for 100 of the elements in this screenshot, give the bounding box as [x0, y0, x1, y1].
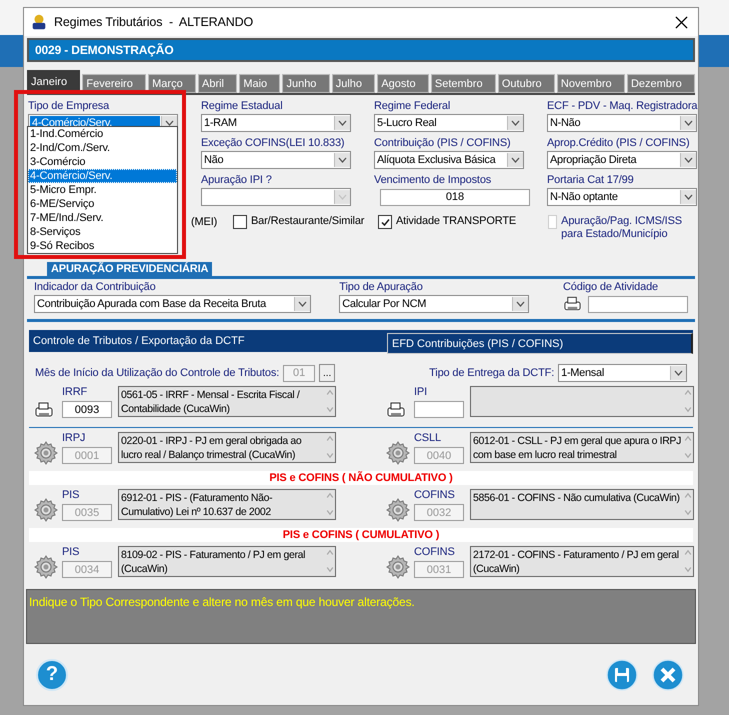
chevron-icon	[674, 370, 683, 376]
month-tab[interactable]: Outubro	[498, 74, 555, 93]
dropdown-button[interactable]	[680, 153, 696, 167]
field-label: Tipo de Empresa	[28, 100, 110, 113]
description-box: 5856-01 - COFINS - Não cumulativa (CucaWin)	[470, 489, 694, 520]
select-field[interactable]: Alíquota Exclusiva Básica	[374, 151, 524, 169]
select-field[interactable]: 5-Lucro Real	[374, 114, 524, 132]
browse-button[interactable]: ...	[319, 364, 336, 382]
select-field[interactable]: Contribuição Apurada com Base da Receita Bruta	[34, 295, 312, 313]
select-field[interactable]: N-Não optante	[547, 188, 697, 206]
description-box: 6012-01 - CSLL - PJ em geral que apura o IRPJ com base em lucro real trimestral	[470, 432, 694, 463]
month-tab[interactable]: Abril	[198, 74, 238, 93]
dropdown-option[interactable]: 7-ME/Ind./Serv.	[28, 211, 177, 225]
dropdown-option[interactable]: 6-ME/Serviço	[28, 197, 177, 211]
checkbox[interactable]	[233, 215, 247, 229]
select-field[interactable]: N-Não	[547, 114, 697, 132]
field-label: Apuração IPI ?	[201, 174, 273, 187]
section-heading: PIS e COFINS ( CUMULATIVO )	[29, 528, 693, 542]
company-bar: 0029 - DEMONSTRAÇÃO	[27, 38, 695, 62]
description-box: 8109-02 - PIS - Faturamento / PJ em geral (CucaWin)	[118, 546, 336, 577]
printer-icon[interactable]	[34, 401, 54, 419]
input-field[interactable]	[588, 296, 688, 312]
chevron-icon	[511, 120, 520, 126]
dropdown-option[interactable]: 8-Serviços	[28, 225, 177, 239]
code-field[interactable]: 0093	[62, 401, 112, 418]
description-box: 0561-05 - IRRF - Mensal - Escrita Fiscal / Contabilidade (CucaWin)	[118, 386, 336, 417]
dropdown-button[interactable]	[507, 116, 523, 130]
gear-icon[interactable]	[34, 555, 58, 579]
tax-label: IRRF	[62, 386, 88, 400]
checkbox-label: (MEI)	[191, 216, 218, 228]
checkbox[interactable]	[378, 215, 392, 229]
chevron-icon	[516, 301, 525, 307]
field-label: Tipo de Entrega da DCTF:	[429, 366, 554, 380]
dropdown-button[interactable]	[512, 297, 528, 311]
dropdown-button[interactable]	[507, 153, 523, 167]
gear-icon[interactable]	[34, 441, 58, 465]
field-label: Indicador da Contribuição	[34, 281, 157, 294]
field-label: Regime Estadual	[201, 100, 284, 113]
save-icon[interactable]	[606, 658, 638, 690]
select-field[interactable]: Não	[201, 151, 351, 169]
description-box: 0220-01 - IRPJ - PJ em geral obrigada ao lucro real / Balanço trimestral (CucaWin)	[118, 432, 336, 463]
dropdown-option[interactable]: 3-Comércio	[28, 155, 177, 169]
tax-label: PIS	[62, 546, 80, 560]
dropdown-button[interactable]	[680, 190, 696, 204]
chevron-icon	[684, 194, 693, 200]
month-tab[interactable]: Dezembro	[626, 74, 696, 93]
month-tab[interactable]: Setembro	[430, 74, 496, 93]
section-tab[interactable]: EFD Contribuições (PIS / COFINS)	[387, 333, 693, 354]
month-tab[interactable]: Julho	[332, 74, 376, 93]
window-title: Regimes Tributários - ALTERANDO	[54, 15, 254, 29]
field-label: Exceção COFINS(LEI 10.833)	[201, 137, 346, 150]
select-field[interactable]: 1-Mensal	[558, 364, 687, 382]
dropdown-option[interactable]: 4-Comércio/Serv.	[28, 169, 177, 183]
gear-icon[interactable]	[386, 498, 410, 522]
field-label: Portaria Cat 17/99	[547, 174, 635, 187]
checkbox-label: Bar/Restaurante/Similar	[251, 215, 364, 227]
app-icon	[30, 13, 48, 31]
month-tab[interactable]: Junho	[282, 74, 330, 93]
close-icon[interactable]	[675, 16, 688, 28]
dropdown-option[interactable]: 9-Só Recibos	[28, 239, 177, 253]
hint-text: Indique o Tipo Correspondente e altere no mês em que houver alterações.	[28, 594, 416, 611]
field-label: Tipo de Apuração	[339, 281, 424, 294]
dropdown-option[interactable]: 5-Micro Empr.	[28, 183, 177, 197]
gear-icon[interactable]	[386, 441, 410, 465]
checkmark-icon	[380, 216, 390, 228]
select-field[interactable]: 1-RAM	[201, 114, 351, 132]
code-field[interactable]	[414, 401, 464, 418]
chevron-icon	[165, 120, 174, 126]
dropdown-button[interactable]	[670, 366, 686, 380]
gear-icon[interactable]	[34, 498, 58, 522]
select-field[interactable]: Apropriação Direta	[547, 151, 697, 169]
dropdown-option[interactable]: 2-Ind/Com./Serv.	[28, 141, 177, 155]
dropdown-button[interactable]	[334, 153, 350, 167]
help-button[interactable]: ?	[36, 658, 68, 690]
field-label: Vencimento de Impostos	[374, 174, 492, 187]
month-tab[interactable]: Maio	[239, 74, 280, 93]
tax-label: IRPJ	[62, 432, 86, 446]
month-tab[interactable]: Agosto	[377, 74, 429, 93]
chevron-icon	[684, 157, 693, 163]
tax-label: PIS	[62, 489, 80, 503]
input-field[interactable]: 018	[380, 188, 530, 206]
chevron-icon	[684, 120, 693, 126]
chevron-icon	[338, 157, 347, 163]
checkbox-label: Apuração/Pag. ICMS/ISS para Estado/Município	[561, 215, 683, 241]
section-title: APURAÇÃO PREVIDENCIÁRIA	[47, 262, 212, 277]
field-label: Mês de Início da Utilização do Controle de Tributos:	[35, 366, 280, 380]
dropdown-button[interactable]	[334, 116, 350, 130]
tax-label: COFINS	[414, 546, 456, 560]
printer-icon[interactable]	[386, 401, 406, 419]
gear-icon[interactable]	[386, 555, 410, 579]
dropdown-button[interactable]	[294, 297, 310, 311]
dropdown-button[interactable]	[680, 116, 696, 130]
description-box: 2172-01 - COFINS - Faturamento / PJ em geral (CucaWin)	[470, 546, 694, 577]
printer-icon[interactable]	[563, 295, 582, 313]
field-label: Contribuição (PIS / COFINS)	[374, 137, 512, 150]
field-label: Regime Federal	[374, 100, 452, 113]
field-label: ECF - PDV - Maq. Registradora	[547, 100, 697, 113]
month-tab[interactable]: Novembro	[556, 74, 625, 93]
select-field[interactable]: Calcular Por NCM	[339, 295, 529, 313]
chevron-icon	[298, 301, 308, 307]
